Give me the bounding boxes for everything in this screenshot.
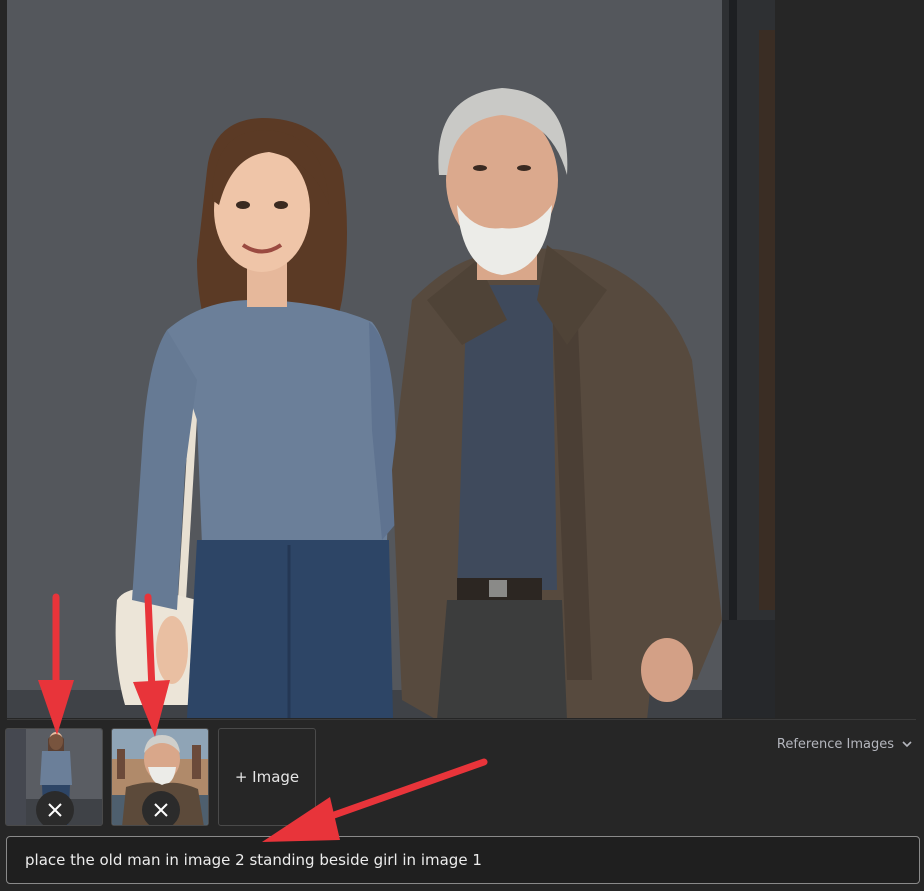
reference-thumbnail-1[interactable] xyxy=(5,728,103,826)
reference-images-label: Reference Images xyxy=(776,736,894,752)
reference-images-toggle[interactable]: Reference Images xyxy=(777,735,912,753)
close-icon xyxy=(47,802,63,818)
close-icon xyxy=(153,802,169,818)
reference-thumbnail-2[interactable] xyxy=(111,728,209,826)
prompt-text: place the old man in image 2 standing be… xyxy=(25,851,482,869)
section-divider xyxy=(7,719,916,720)
remove-reference-1-button[interactable] xyxy=(36,791,74,825)
remove-reference-2-button[interactable] xyxy=(142,791,180,825)
prompt-input[interactable]: place the old man in image 2 standing be… xyxy=(6,836,920,884)
generated-image xyxy=(7,0,775,718)
add-image-label: + Image xyxy=(234,768,300,786)
add-image-button[interactable]: + Image xyxy=(218,728,316,826)
chevron-down-icon xyxy=(902,737,912,752)
